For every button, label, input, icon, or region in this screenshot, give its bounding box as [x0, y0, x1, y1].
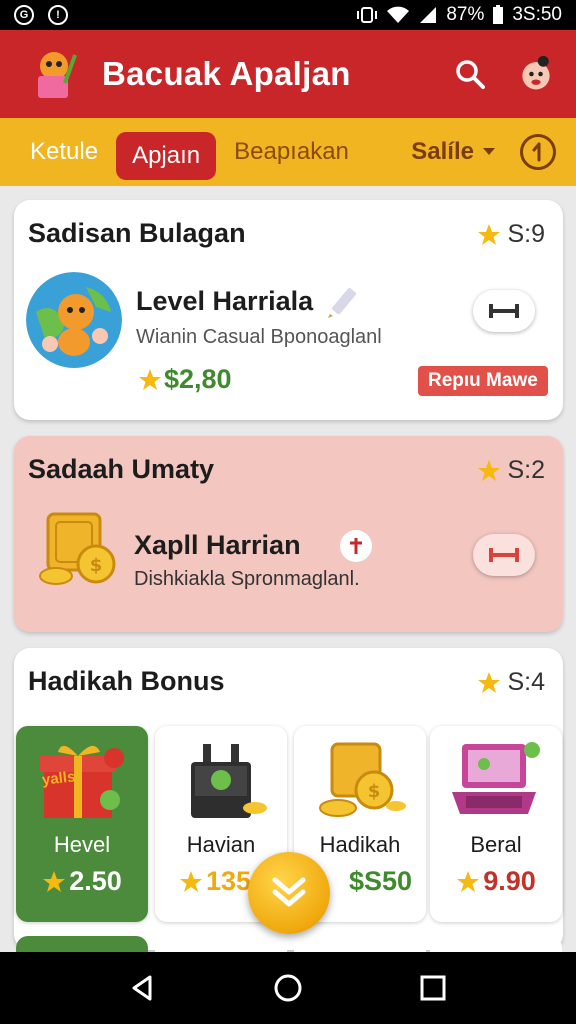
item-price: $2,80 [138, 364, 232, 395]
tab-bar: Ketule Apjaın Beapıakan Salíle [0, 118, 576, 186]
item-subtitle: Dishkiakla Spronmaglanl. [134, 568, 360, 590]
wifi-icon [387, 6, 410, 23]
gold-coins-icon: $ [39, 512, 116, 585]
star-icon [139, 368, 161, 390]
dumbbell-icon [489, 304, 519, 318]
app-title: Bacuak Apaljan [102, 55, 351, 92]
vibrate-icon [357, 7, 378, 23]
signal-icon [420, 7, 437, 23]
pencil-icon [328, 287, 357, 318]
section-title: Hadikah Bonus [28, 666, 225, 696]
score-value: S:9 [507, 220, 545, 248]
item-title: Level Harriala [136, 286, 314, 316]
tile-label: Hevel [53, 832, 111, 857]
tile-price: 2.50 [16, 866, 148, 897]
score-value: S:2 [507, 456, 545, 484]
search-button[interactable] [450, 54, 490, 94]
section-card-sadisan-bulagan[interactable]: Sadisan Bulagan S:9 Level Harriala Wiani… [14, 200, 563, 420]
avatar-icon [516, 55, 556, 90]
status-tag: Repıu Mawe [418, 366, 548, 396]
battery-pack-icon [191, 744, 267, 818]
battery-icon [493, 5, 504, 24]
laptop-icon [452, 742, 540, 814]
tile-label: Havian [186, 832, 256, 857]
bonus-tile-beral[interactable]: Beral 9.90 [430, 726, 562, 922]
gift-box-text: yalls [41, 768, 77, 789]
tile-price-value: 2.50 [69, 866, 122, 896]
dumbbell-icon [489, 548, 519, 562]
tile-label: Hadikah [319, 832, 401, 857]
svg-text:$: $ [368, 781, 381, 802]
price-value: $2,80 [164, 364, 232, 394]
app-logo-icon [38, 52, 78, 98]
info-icon [532, 142, 541, 162]
profile-avatar-button[interactable] [516, 54, 556, 94]
section-score: S:4 [477, 668, 545, 697]
status-bar: G ! 87% 3S:50 [0, 0, 576, 30]
section-score: S:2 [477, 456, 545, 485]
bonus-tile-hevel[interactable]: yalls Hevel 2.50 [16, 726, 148, 922]
section-title: Sadisan Bulagan [28, 218, 246, 248]
item-title: Xapll Harrian [134, 530, 301, 560]
tab-beapiakan[interactable]: Beapıakan [224, 128, 359, 176]
search-icon [456, 60, 485, 89]
info-notification-icon: ! [48, 5, 68, 25]
item-subtitle: Wianin Casual Bponoaglanl [136, 326, 382, 348]
tile-price-value: 135 [206, 866, 252, 896]
star-icon [457, 870, 480, 892]
star-icon [478, 223, 501, 245]
tile-label: Beral [470, 832, 522, 857]
chevron-down-icon [483, 148, 495, 155]
clock: 3S:50 [512, 4, 562, 25]
recents-icon[interactable] [418, 973, 448, 1003]
play-toggle-button[interactable] [473, 290, 535, 332]
battery-level: 87% [446, 4, 485, 25]
tile-price-value: 9.90 [483, 866, 536, 896]
expand-fab-button[interactable] [248, 852, 330, 934]
info-button[interactable] [520, 134, 556, 170]
add-badge[interactable] [340, 530, 372, 562]
star-icon [478, 459, 501, 481]
section-score: S:9 [477, 220, 545, 249]
tab-ketule[interactable]: Ketule [20, 128, 108, 176]
tile-price-value: $S50 [348, 866, 412, 896]
play-toggle-button[interactable] [473, 534, 535, 576]
star-icon [43, 870, 66, 892]
game-thumbnail [26, 272, 122, 368]
section-card-sadaah-umaty[interactable]: Sadaah Umaty S:2 $ Xapll Harrian Dishkia… [14, 436, 563, 632]
cross-icon [350, 538, 362, 554]
star-icon [180, 870, 202, 892]
globe-mascot-icon [26, 272, 122, 368]
sort-dropdown[interactable]: Salíle [411, 138, 496, 166]
star-icon [478, 671, 501, 693]
svg-text:$: $ [90, 555, 103, 576]
score-value: S:4 [507, 668, 545, 696]
home-icon[interactable] [273, 973, 303, 1003]
system-nav-bar [0, 952, 576, 1024]
sort-label: Salíle [411, 138, 474, 165]
tab-apjain[interactable]: Apjaın [116, 132, 217, 180]
gold-coins-icon: $ [319, 742, 406, 817]
section-title: Sadaah Umaty [28, 454, 215, 484]
app-bar: Bacuak Apaljan [0, 30, 576, 118]
double-chevron-down-icon [272, 877, 306, 907]
tile-price: 9.90 [430, 866, 562, 897]
back-icon[interactable] [128, 973, 158, 1003]
g-notification-icon: G [14, 5, 34, 25]
